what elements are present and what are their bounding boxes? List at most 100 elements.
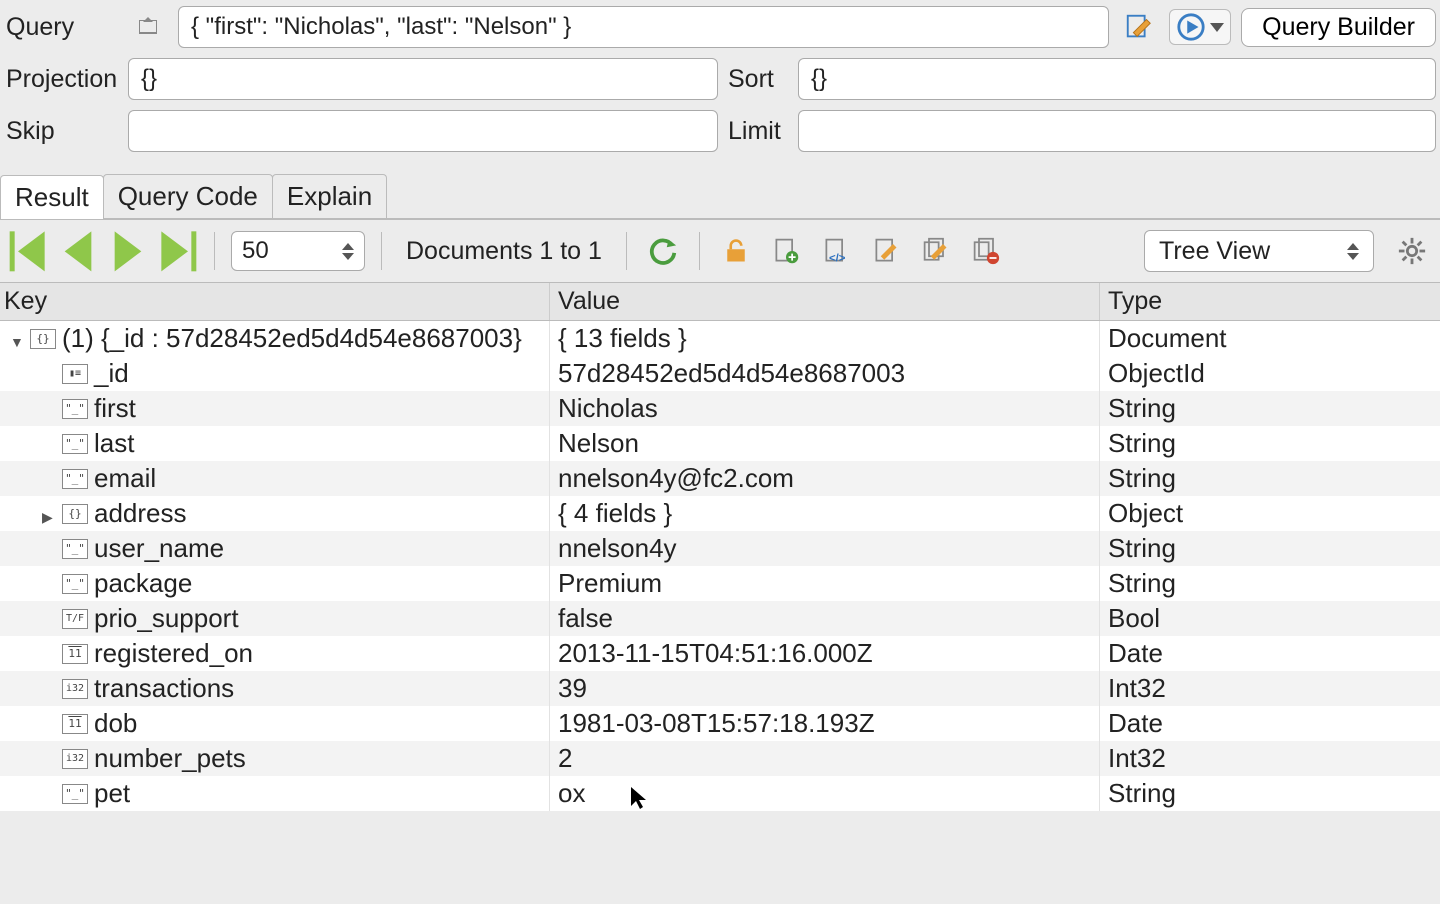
settings-gear-icon[interactable] — [1392, 231, 1432, 271]
field-row[interactable]: user_namennelson4yString — [0, 531, 1440, 566]
field-row[interactable]: registered_on 2013-11-15T04:51:16.000ZDat… — [0, 636, 1440, 671]
field-value: 2 — [550, 741, 1100, 776]
query-builder-button[interactable]: Query Builder — [1241, 8, 1436, 47]
field-type: String — [1100, 461, 1440, 496]
column-key[interactable]: Key — [0, 283, 550, 320]
field-type: Int32 — [1100, 671, 1440, 706]
edit-doc-icon[interactable] — [866, 231, 906, 271]
field-row[interactable]: emailnnelson4y@fc2.comString — [0, 461, 1440, 496]
date-type-icon — [62, 644, 88, 664]
field-row[interactable]: number_pets 2Int32 — [0, 741, 1440, 776]
query-input[interactable] — [178, 6, 1109, 48]
field-row[interactable]: petoxString — [0, 776, 1440, 811]
results-toolbar: 50 Documents 1 to 1 </> Tree View — [0, 220, 1440, 283]
field-key: first — [94, 393, 136, 424]
projection-label: Projection — [4, 65, 118, 94]
field-type: Date — [1100, 706, 1440, 741]
limit-input[interactable] — [798, 110, 1436, 152]
str-type-icon — [62, 399, 88, 419]
field-type: Date — [1100, 636, 1440, 671]
id-type-icon — [62, 364, 88, 384]
expand-toggle-icon[interactable] — [10, 323, 24, 354]
date-type-icon — [62, 714, 88, 734]
refresh-icon[interactable] — [643, 231, 683, 271]
column-value[interactable]: Value — [550, 283, 1100, 320]
nav-last-icon[interactable] — [158, 231, 198, 271]
field-key: address — [94, 498, 187, 529]
lock-icon[interactable] — [716, 231, 756, 271]
sort-input[interactable] — [798, 58, 1436, 100]
field-type: String — [1100, 776, 1440, 811]
results-body: (1) {_id : 57d28452ed5d4d54e8687003} { 1… — [0, 321, 1440, 811]
field-row[interactable]: packagePremiumString — [0, 566, 1440, 601]
field-type: ObjectId — [1100, 356, 1440, 391]
tab-query-code[interactable]: Query Code — [103, 174, 273, 218]
page-size-select[interactable]: 50 — [231, 231, 365, 271]
field-row[interactable]: _id 57d28452ed5d4d54e8687003ObjectId — [0, 356, 1440, 391]
edit-multi-icon[interactable] — [916, 231, 956, 271]
nav-next-icon[interactable] — [108, 231, 148, 271]
field-value: 1981-03-08T15:57:18.193Z — [550, 706, 1100, 741]
view-mode-value: Tree View — [1159, 237, 1270, 266]
field-value: Nicholas — [550, 391, 1100, 426]
field-key: transactions — [94, 673, 234, 704]
field-key: registered_on — [94, 638, 253, 669]
str-type-icon — [62, 469, 88, 489]
str-type-icon — [62, 539, 88, 559]
query-history-icon[interactable] — [128, 7, 168, 47]
root-key: (1) {_id : 57d28452ed5d4d54e8687003} — [62, 323, 522, 354]
root-type: Document — [1100, 321, 1440, 356]
root-value: { 13 fields } — [550, 321, 1100, 356]
view-mode-select[interactable]: Tree View — [1144, 230, 1374, 272]
field-key: prio_support — [94, 603, 239, 634]
field-row[interactable]: last NelsonString — [0, 426, 1440, 461]
column-type[interactable]: Type — [1100, 283, 1440, 320]
field-type: Int32 — [1100, 741, 1440, 776]
field-key: number_pets — [94, 743, 246, 774]
nav-first-icon[interactable] — [8, 231, 48, 271]
add-doc-icon[interactable] — [766, 231, 806, 271]
run-query-button[interactable] — [1169, 9, 1231, 45]
view-json-icon[interactable]: </> — [816, 231, 856, 271]
nav-prev-icon[interactable] — [58, 231, 98, 271]
field-key: email — [94, 463, 156, 494]
skip-input[interactable] — [128, 110, 718, 152]
page-size-value: 50 — [242, 237, 269, 265]
field-type: String — [1100, 426, 1440, 461]
field-value: { 4 fields } — [550, 496, 1100, 531]
expand-toggle-icon[interactable] — [42, 498, 56, 529]
obj-type-icon — [62, 504, 88, 524]
run-dropdown-icon[interactable] — [1210, 23, 1224, 32]
int-type-icon — [62, 679, 88, 699]
doc-root-row[interactable]: (1) {_id : 57d28452ed5d4d54e8687003} { 1… — [0, 321, 1440, 356]
field-value: Nelson — [550, 426, 1100, 461]
query-label: Query — [4, 13, 118, 42]
document-range-label: Documents 1 to 1 — [398, 237, 610, 266]
field-row[interactable]: prio_support falseBool — [0, 601, 1440, 636]
field-key: last — [94, 428, 134, 459]
field-key: package — [94, 568, 192, 599]
projection-input[interactable] — [128, 58, 718, 100]
sort-label: Sort — [728, 65, 788, 94]
bool-type-icon — [62, 609, 88, 629]
field-row[interactable]: firstNicholasString — [0, 391, 1440, 426]
field-row[interactable]: address{ 4 fields }Object — [0, 496, 1440, 531]
edit-query-icon[interactable] — [1119, 7, 1159, 47]
skip-label: Skip — [4, 117, 118, 146]
field-value: 2013-11-15T04:51:16.000Z — [550, 636, 1100, 671]
field-type: Bool — [1100, 601, 1440, 636]
delete-doc-icon[interactable] — [966, 231, 1006, 271]
result-tabs: Result Query Code Explain — [0, 174, 1440, 220]
field-row[interactable]: transactions 39Int32 — [0, 671, 1440, 706]
str-type-icon — [62, 784, 88, 804]
field-row[interactable]: dob1981-03-08T15:57:18.193ZDate — [0, 706, 1440, 741]
field-key: user_name — [94, 533, 224, 564]
field-value: 39 — [550, 671, 1100, 706]
field-type: String — [1100, 566, 1440, 601]
tab-result[interactable]: Result — [0, 175, 104, 219]
field-value: 57d28452ed5d4d54e8687003 — [550, 356, 1100, 391]
tab-explain[interactable]: Explain — [272, 174, 387, 218]
field-value: false — [550, 601, 1100, 636]
str-type-icon — [62, 574, 88, 594]
field-key: _id — [94, 358, 129, 389]
